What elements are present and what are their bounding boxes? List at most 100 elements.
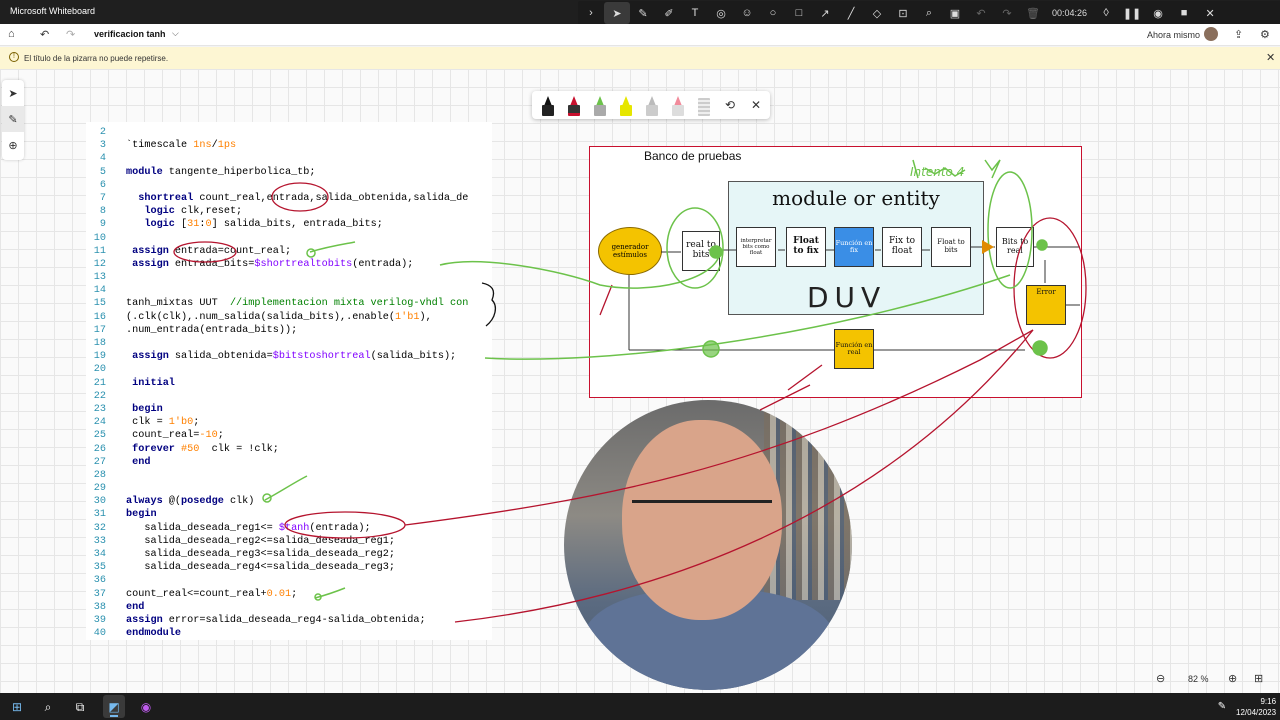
code-text: `timescale 1ns/1ps: [126, 140, 237, 152]
float-to-fix-box: Float to fix: [786, 227, 826, 267]
presenter-glasses: [632, 500, 772, 524]
module-title: module or entity: [772, 186, 940, 210]
code-line: 34 salida_deseada_reg3<=salida_deseada_r…: [86, 548, 468, 561]
webcam-overlay: [564, 400, 852, 690]
select-tool-icon[interactable]: ➤: [2, 80, 24, 106]
pen-tool-icon[interactable]: ✎: [630, 2, 656, 24]
line-number: 17: [93, 324, 106, 336]
fit-screen-icon[interactable]: ⊞: [1254, 672, 1263, 685]
close-icon[interactable]: ✕: [1197, 2, 1223, 24]
line-number: 29: [93, 483, 106, 495]
float-to-bits-box: Float to bits: [931, 227, 971, 267]
search-icon[interactable]: ⌕: [916, 2, 942, 24]
code-text: endmodule: [126, 628, 182, 640]
whiteboard-app-icon[interactable]: ◩: [106, 699, 122, 715]
code-text: assign error=salida_deseada_reg4-salida_…: [126, 614, 426, 626]
recorder-app-icon[interactable]: ◉: [138, 699, 154, 715]
code-line: 38 end: [86, 601, 468, 614]
chevron-down-icon[interactable]: ⌵: [172, 28, 179, 39]
line-shape-icon[interactable]: ╱: [838, 2, 864, 24]
task-view-icon[interactable]: ⧉: [72, 699, 88, 715]
line-number: 39: [93, 614, 106, 626]
testbench-diagram[interactable]: Banco de pruebas module or entity genera…: [589, 146, 1082, 398]
capture-icon[interactable]: ⊡: [890, 2, 916, 24]
pause-icon[interactable]: ❚❚: [1119, 2, 1145, 24]
line-number: 13: [93, 272, 106, 284]
stop-icon[interactable]: ■: [1171, 2, 1197, 24]
code-line: 17 .num_entrada(entrada_bits));: [86, 324, 468, 337]
taskbar: ⊞ ⌕ ⧉ ◩ ◉ ✎ 9:16 12/04/2023: [0, 693, 1280, 720]
line-number: 37: [93, 588, 106, 600]
close-icon[interactable]: ✕: [746, 98, 766, 112]
left-toolbar: ➤ ✎ ⊕: [2, 80, 24, 160]
add-icon[interactable]: ⊕: [2, 132, 24, 158]
green-pen-icon[interactable]: [590, 94, 610, 116]
delete-icon[interactable]: 🗑: [1020, 2, 1046, 24]
code-line: 19 assign salida_obtenida=$bitstoshortre…: [86, 350, 468, 363]
code-text: salida_deseada_reg4<=salida_deseada_reg3…: [126, 562, 395, 574]
emoji-icon[interactable]: ☺: [734, 2, 760, 24]
red-pen-icon[interactable]: [564, 94, 584, 116]
line-number: 30: [93, 496, 106, 508]
code-line: 25 count_real=-10;: [86, 429, 468, 442]
code-snippet[interactable]: 2 3 `timescale 1ns/1ps 4 5 module tangente_hi…: [86, 122, 492, 640]
ink-tool-icon[interactable]: ✎: [2, 106, 24, 132]
pen-menu-icon[interactable]: ✎: [1214, 699, 1230, 715]
funcion-fix-box: Función en fix: [834, 227, 874, 267]
board-name[interactable]: verificacion tanh: [94, 29, 166, 39]
pink-eraser-icon[interactable]: [668, 94, 688, 116]
fix-to-float-box: Fix to float: [882, 227, 922, 267]
line-number: 10: [93, 232, 106, 244]
code-line: 16 (.clk(clk),.num_salida(salida_bits),.e…: [86, 311, 468, 324]
lasso-icon[interactable]: ▣: [942, 2, 968, 24]
black-pen-icon[interactable]: [538, 94, 558, 116]
square-shape-icon[interactable]: □: [786, 2, 812, 24]
undo-icon[interactable]: ↶: [40, 28, 49, 41]
windows-start-icon[interactable]: ⊞: [9, 699, 25, 715]
settings-icon[interactable]: ⚙: [1260, 28, 1270, 41]
line-number: 38: [93, 601, 106, 613]
gray-pen-icon[interactable]: [642, 94, 662, 116]
collapse-toolbar-icon[interactable]: ›: [578, 2, 604, 24]
app-title: Microsoft Whiteboard: [10, 6, 96, 16]
code-line: 12 assign entrada_bits=$shortrealtobits(…: [86, 258, 468, 271]
home-icon[interactable]: ⌂: [8, 28, 15, 40]
saved-status: Ahora mismo: [1147, 30, 1201, 40]
close-notice-icon[interactable]: ✕: [1266, 51, 1275, 64]
select-tool-icon[interactable]: ➤: [604, 2, 630, 24]
line-number: 32: [93, 522, 106, 534]
zoom-in-icon[interactable]: ⊕: [1228, 672, 1237, 685]
share-icon[interactable]: ⇪: [1234, 28, 1243, 41]
lasso-icon[interactable]: ⟲: [720, 98, 740, 112]
highlighter-tool-icon[interactable]: ✐: [656, 2, 682, 24]
text-tool-icon[interactable]: T: [682, 2, 708, 24]
code-line: 9 logic [31:0] salida_bits, entrada_bits…: [86, 218, 468, 231]
redo-icon[interactable]: ↷: [994, 2, 1020, 24]
line-number: 18: [93, 338, 106, 349]
code-line: 21 initial: [86, 377, 468, 390]
system-clock[interactable]: 9:16 12/04/2023: [1236, 696, 1276, 718]
arrow-shape-icon[interactable]: ↗: [812, 2, 838, 24]
zoom-out-icon[interactable]: ⊖: [1156, 672, 1165, 685]
avatar[interactable]: [1204, 27, 1218, 41]
zoom-controls: ⊖ 82 % ⊕ ⊞: [1152, 670, 1276, 690]
eraser-icon[interactable]: ◇: [864, 2, 890, 24]
funcion-real-box: Función en real: [834, 329, 874, 369]
code-line: 20: [86, 363, 468, 376]
yellow-highlighter-icon[interactable]: [616, 94, 636, 116]
line-number: 36: [93, 575, 106, 587]
palette-icon[interactable]: ◎: [708, 2, 734, 24]
redo-icon[interactable]: ↷: [66, 28, 75, 41]
code-text: end: [132, 456, 151, 468]
record-icon[interactable]: ◉: [1145, 2, 1171, 24]
undo-icon[interactable]: ↶: [968, 2, 994, 24]
code-text: shortreal count_real,entrada,salida_obte…: [138, 192, 469, 204]
line-number: 14: [93, 285, 106, 297]
code-line: 33 salida_deseada_reg2<=salida_deseada_r…: [86, 535, 468, 548]
search-icon[interactable]: ⌕: [40, 699, 56, 715]
circle-shape-icon[interactable]: ○: [760, 2, 786, 24]
code-text: salida_deseada_reg1<= $tanh(entrada);: [126, 522, 371, 534]
line-number: 21: [93, 377, 106, 389]
ruler-icon[interactable]: [694, 94, 714, 116]
line-number: 40: [93, 628, 106, 640]
